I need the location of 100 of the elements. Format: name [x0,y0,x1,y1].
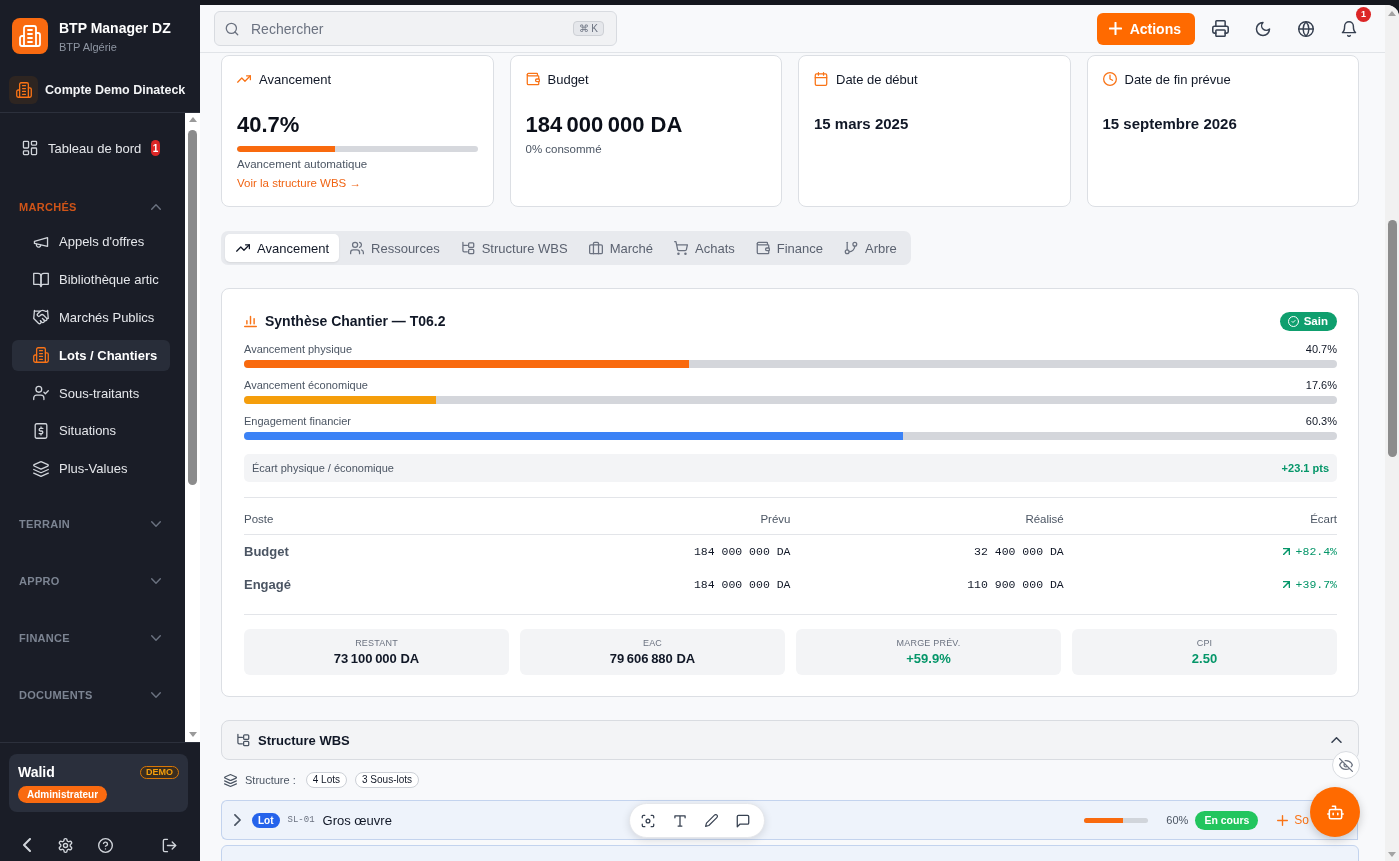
tab[interactable]: Marché [577,234,663,262]
dollar-document-icon [33,422,49,439]
kpi-value: 15 mars 2025 [814,115,910,133]
stat-value: 73 100 000 DA [333,651,420,666]
nav-item[interactable]: Tableau de bord 1 [12,129,170,167]
tab[interactable]: Achats [663,234,745,262]
column-header: Écart [1310,512,1337,526]
help-icon[interactable] [98,837,113,853]
table-cell: 184 000 000 DA [693,545,791,558]
kpi-value: 40.7% [237,112,301,138]
stat-value: 2.50 [1191,651,1218,666]
kpi-value: 184 000 000 DA [525,112,684,138]
wallet-icon [525,72,540,86]
tab[interactable]: Arbre [833,234,907,262]
clock-icon [1102,72,1117,86]
count-chip: 3 Sous-lots [355,772,420,788]
kpi-caption: Avancement automatique [237,157,369,171]
stat-label: MARGE PRÉV. [896,638,961,648]
plus-icon [1277,814,1289,826]
scrollbar-thumb[interactable] [1387,220,1397,457]
tab[interactable]: Ressources [339,234,450,262]
layers-icon [33,460,49,477]
keyboard-shortcut: ⌘ K [572,21,604,36]
code-label: SL-01 [287,815,315,825]
kpi-title: Date de début [836,71,918,87]
progress-value: 40.7% [1305,342,1337,356]
tab[interactable]: Structure WBS [449,234,578,262]
bar-chart-icon [244,314,257,328]
scrollbar[interactable] [185,113,200,742]
trending-up-icon [236,241,250,255]
nav-section-header[interactable]: MARCHÉS [19,191,161,223]
nav-item[interactable]: Appels d'offres [12,226,170,258]
stat-label: RESTANT [355,638,398,648]
column-header: Réalisé [1025,512,1064,526]
wbs-link[interactable]: Voir la structure WBS → [237,176,361,190]
eye-off-icon[interactable] [1332,751,1360,779]
table-cell: +82.4% [1295,545,1337,558]
kpi-title: Avancement [259,71,332,87]
progress-label: Avancement physique [244,342,353,356]
chevron-up-icon [1331,737,1342,743]
nav-item[interactable]: Lots / Chantiers [12,339,170,371]
grid-icon [22,140,38,156]
nav-section-header[interactable]: APPRO [19,564,161,597]
nav-item[interactable]: Situations [12,415,170,447]
kpi-caption: 0% consommé [525,142,603,156]
search-field[interactable]: Rechercher ⌘ K [214,11,617,46]
scan-icon[interactable] [641,813,655,828]
structure-label: Structure : [245,774,296,786]
actions-button[interactable]: Actions [1096,12,1195,45]
table-cell: +39.7% [1295,578,1337,591]
nav-item[interactable]: Plus-Values [12,453,170,485]
stat-label: EAC [642,638,663,648]
settings-icon[interactable] [58,837,73,853]
tab[interactable]: Finance [744,234,833,262]
progress-value: 60% [1166,814,1189,826]
progress-label: Engagement financier [244,414,351,428]
role-badge: Administrateur [18,786,108,803]
comment-icon[interactable] [736,813,750,828]
chevron-up-icon [151,204,161,210]
app-title: BTP Manager DZ [59,20,171,37]
users-icon [350,241,365,255]
table-cell-text: Engagé [244,577,292,592]
assistant-button[interactable] [1310,787,1360,837]
tree-icon [460,241,475,255]
scrollbar-thumb[interactable] [188,130,197,485]
globe-icon[interactable] [1298,20,1314,37]
chevron-left-icon[interactable] [23,838,31,852]
variance-label: Écart physique / économique [252,462,394,474]
layers-icon [224,773,237,787]
printer-icon[interactable] [1211,20,1229,37]
tab[interactable]: Avancement [225,234,340,262]
status-badge: En cours [1195,810,1259,830]
nav-item[interactable]: Sous-traitants [12,377,170,409]
bell-icon[interactable] [1341,20,1357,37]
text-icon[interactable] [673,813,687,828]
nav-item[interactable]: Bibliothèque artic [12,264,170,296]
logout-icon[interactable] [162,837,177,853]
nav-section-header[interactable]: TERRAIN [19,507,161,540]
demo-badge: DEMO [140,765,179,779]
nav-section-header[interactable]: FINANCE [19,621,161,654]
row-name: Gros œuvre [322,812,392,828]
column-header: Prévu [760,512,791,526]
section-header[interactable]: Structure WBS [221,720,1359,760]
pencil-icon[interactable] [705,814,718,827]
table-cell: 110 900 000 DA [967,578,1064,591]
nav-section-header[interactable]: DOCUMENTS [19,678,161,711]
chevron-down-icon [151,634,161,641]
table-cell: 184 000 000 DA [693,578,791,591]
column-header: Poste [244,512,275,526]
account-name[interactable]: Compte Demo Dinateck [45,83,186,97]
notification-badge: 1 [151,140,160,156]
progress-value: 60.3% [1305,414,1337,428]
calendar-icon [814,72,828,86]
variance-value: +23.1 pts [1281,462,1329,474]
count-chip: 4 Lots [305,772,347,788]
moon-icon[interactable] [1255,20,1271,37]
search-input[interactable]: Rechercher [251,20,561,37]
card-title: Synthèse Chantier — T06.2 [265,313,446,329]
chevron-down-icon [151,577,161,584]
nav-item[interactable]: Marchés Publics [12,302,170,333]
